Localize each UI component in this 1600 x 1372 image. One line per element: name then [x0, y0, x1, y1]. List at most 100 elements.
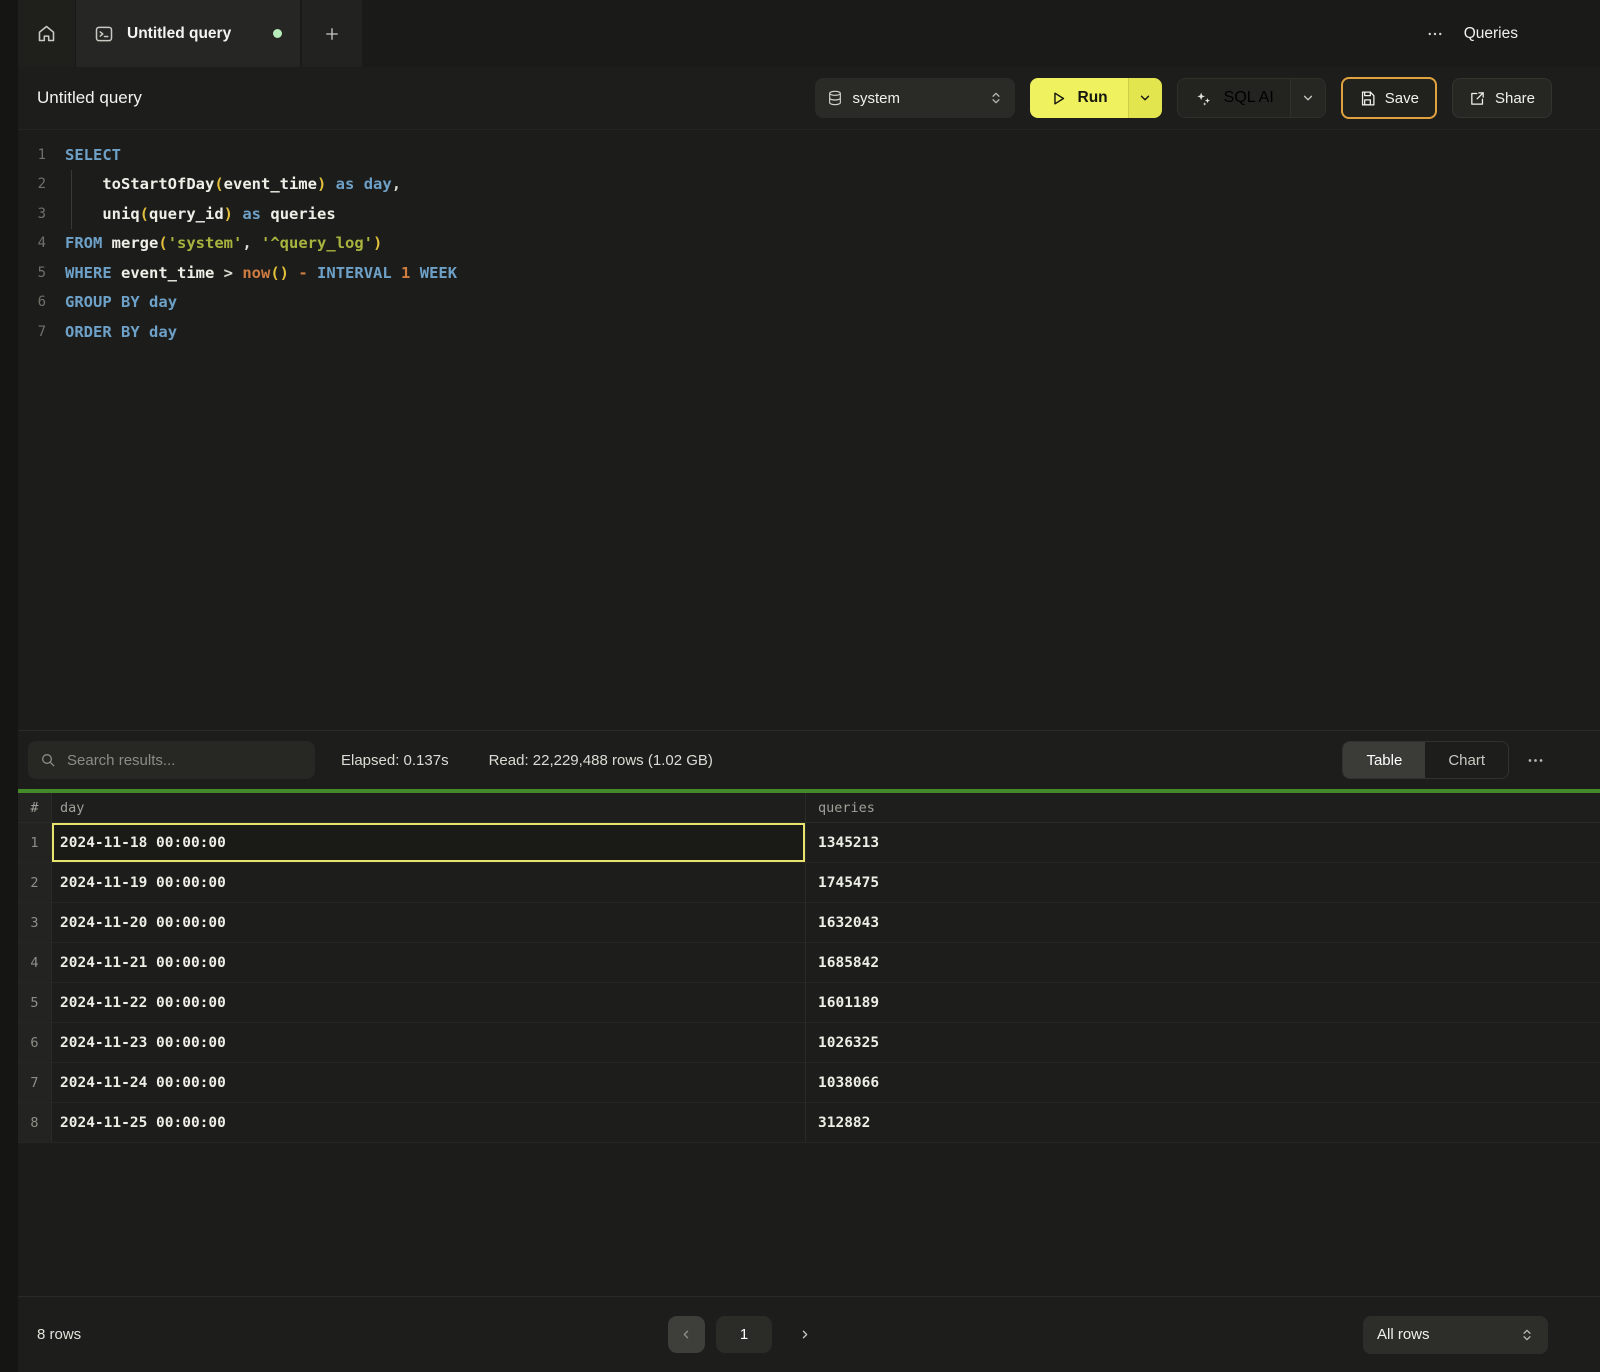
updown-chevron-icon: [1520, 1327, 1534, 1343]
cell-queries[interactable]: 1038066: [806, 1063, 1600, 1102]
table-row: 62024-11-23 00:00:001026325: [18, 1023, 1600, 1063]
cell-row-number[interactable]: 1: [18, 823, 52, 862]
queries-link[interactable]: Queries: [1464, 25, 1518, 43]
database-select[interactable]: system: [815, 78, 1015, 118]
table-empty-area: [18, 1143, 1600, 1296]
tab-chart-view[interactable]: Chart: [1425, 742, 1508, 778]
plus-icon: [323, 25, 341, 43]
code-lines: 1SELECT2 toStartOfDay(event_time) as day…: [18, 140, 1600, 347]
run-button[interactable]: Run: [1030, 78, 1128, 118]
cell-day[interactable]: 2024-11-25 00:00:00: [52, 1103, 806, 1142]
tabbar-right: Queries: [1426, 0, 1600, 67]
code-line: 5WHERE event_time > now() - INTERVAL 1 W…: [18, 258, 1600, 288]
share-button-label: Share: [1495, 90, 1535, 107]
cell-queries[interactable]: 1745475: [806, 863, 1600, 902]
line-number: 1: [18, 147, 46, 163]
run-options-button[interactable]: [1128, 78, 1162, 118]
toolbar-actions: system Run: [815, 77, 1552, 119]
more-menu-icon[interactable]: [1426, 25, 1444, 43]
page-size-select[interactable]: All rows: [1363, 1316, 1548, 1354]
table-row: 32024-11-20 00:00:001632043: [18, 903, 1600, 943]
cell-row-number[interactable]: 7: [18, 1063, 52, 1102]
database-icon: [827, 89, 843, 107]
cell-row-number[interactable]: 6: [18, 1023, 52, 1062]
cell-day-selected[interactable]: 2024-11-18 00:00:00: [52, 823, 806, 862]
header-queries[interactable]: queries: [806, 793, 1600, 822]
cell-row-number[interactable]: 2: [18, 863, 52, 902]
chevron-right-icon: [798, 1328, 811, 1341]
table-row: 72024-11-24 00:00:001038066: [18, 1063, 1600, 1103]
chevron-left-icon: [680, 1328, 693, 1341]
new-tab-button[interactable]: [302, 0, 362, 67]
prev-page-button[interactable]: [668, 1316, 705, 1353]
code-line: 6GROUP BY day: [18, 288, 1600, 318]
cell-day[interactable]: 2024-11-21 00:00:00: [52, 943, 806, 982]
cell-queries[interactable]: 1632043: [806, 903, 1600, 942]
next-page-button[interactable]: [787, 1316, 821, 1353]
search-input[interactable]: [65, 751, 303, 770]
sql-editor[interactable]: 1SELECT2 toStartOfDay(event_time) as day…: [18, 130, 1600, 730]
cell-queries[interactable]: 1345213: [806, 823, 1600, 862]
cell-queries[interactable]: 1026325: [806, 1023, 1600, 1062]
save-icon: [1359, 90, 1376, 107]
run-split-button: Run: [1030, 78, 1162, 118]
row-count: 8 rows: [37, 1326, 81, 1343]
header-index: #: [18, 793, 52, 822]
cell-row-number[interactable]: 4: [18, 943, 52, 982]
read-stat: Read: 22,229,488 rows (1.02 GB): [489, 752, 713, 769]
share-button[interactable]: Share: [1452, 78, 1552, 118]
page-number-button[interactable]: 1: [716, 1316, 772, 1353]
query-toolbar: Untitled query system Run: [18, 67, 1600, 130]
cell-day[interactable]: 2024-11-24 00:00:00: [52, 1063, 806, 1102]
terminal-icon: [94, 24, 114, 44]
share-icon: [1469, 90, 1486, 107]
sql-ai-options-button[interactable]: [1290, 78, 1326, 118]
page-title: Untitled query: [37, 88, 142, 108]
sparkles-icon: [1194, 89, 1213, 108]
cell-queries[interactable]: 312882: [806, 1103, 1600, 1142]
results-search: [28, 741, 315, 779]
code-line: 4FROM merge('system', '^query_log'): [18, 229, 1600, 259]
cell-day[interactable]: 2024-11-23 00:00:00: [52, 1023, 806, 1062]
header-day[interactable]: day: [52, 793, 806, 822]
line-number: 4: [18, 235, 46, 251]
pagination: 1: [668, 1316, 821, 1353]
updown-chevron-icon: [989, 90, 1003, 106]
tab-bar: Untitled query Queries: [18, 0, 1600, 67]
line-number: 3: [18, 206, 46, 222]
table-row: 42024-11-21 00:00:001685842: [18, 943, 1600, 983]
run-button-label: Run: [1078, 89, 1108, 107]
cell-row-number[interactable]: 5: [18, 983, 52, 1022]
cell-day[interactable]: 2024-11-22 00:00:00: [52, 983, 806, 1022]
table-row: 12024-11-18 00:00:001345213: [18, 823, 1600, 863]
code-line: 2 toStartOfDay(event_time) as day,: [18, 170, 1600, 200]
cell-row-number[interactable]: 3: [18, 903, 52, 942]
sql-ai-split-button: SQL AI: [1177, 78, 1326, 118]
view-toggle: Table Chart: [1342, 741, 1509, 779]
cell-row-number[interactable]: 8: [18, 1103, 52, 1142]
line-number: 6: [18, 294, 46, 310]
results-menu-icon[interactable]: [1526, 751, 1545, 770]
cell-queries[interactable]: 1601189: [806, 983, 1600, 1022]
table-header: # day queries: [18, 793, 1600, 823]
home-icon: [36, 23, 57, 44]
indent-guide: [71, 170, 72, 229]
table-row: 52024-11-22 00:00:001601189: [18, 983, 1600, 1023]
cell-day[interactable]: 2024-11-20 00:00:00: [52, 903, 806, 942]
tab-untitled-query[interactable]: Untitled query: [76, 0, 300, 67]
results-toolbar: Elapsed: 0.137s Read: 22,229,488 rows (1…: [18, 730, 1600, 789]
sql-ai-button[interactable]: SQL AI: [1177, 78, 1290, 118]
cell-queries[interactable]: 1685842: [806, 943, 1600, 982]
line-number: 2: [18, 176, 46, 192]
page-size-value: All rows: [1377, 1326, 1510, 1343]
table-row: 82024-11-25 00:00:00312882: [18, 1103, 1600, 1143]
chevron-down-icon: [1138, 91, 1152, 105]
home-button[interactable]: [18, 0, 75, 67]
tab-table-view[interactable]: Table: [1343, 742, 1425, 778]
code-line: 3 uniq(query_id) as queries: [18, 199, 1600, 229]
chevron-down-icon: [1301, 91, 1315, 105]
main-column: Untitled query Queries Untitled query sy…: [18, 0, 1600, 1372]
save-button[interactable]: Save: [1341, 77, 1437, 119]
cell-day[interactable]: 2024-11-19 00:00:00: [52, 863, 806, 902]
table-row: 22024-11-19 00:00:001745475: [18, 863, 1600, 903]
